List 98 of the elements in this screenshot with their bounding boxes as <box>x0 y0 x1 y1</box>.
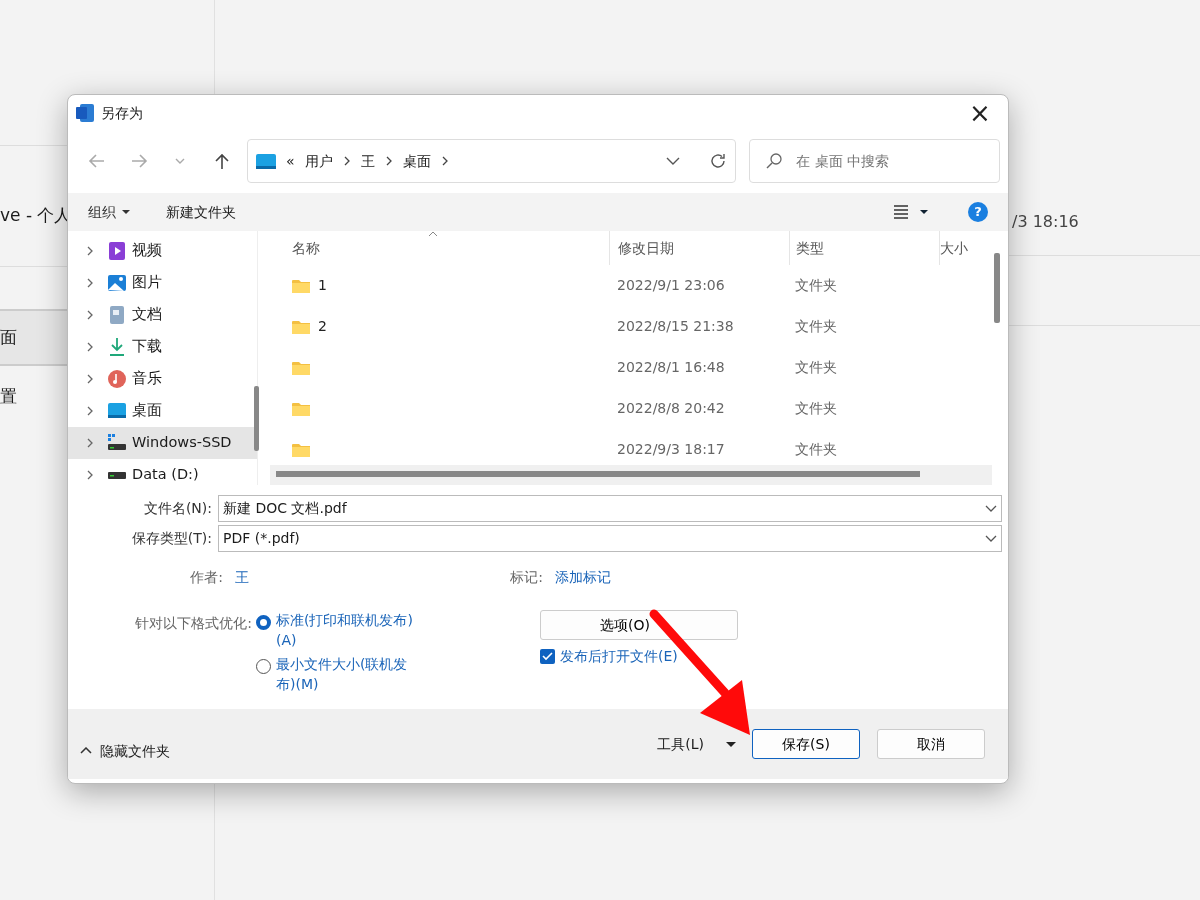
field-label: 标记: <box>509 567 543 587</box>
caret-icon[interactable] <box>920 210 928 214</box>
organize-menu[interactable]: 组织 <box>88 201 130 223</box>
nav-item[interactable]: Data (D:) <box>68 459 257 491</box>
chevron-right-icon[interactable] <box>86 341 94 353</box>
field-label: 保存类型(T): <box>130 529 213 548</box>
caret-icon <box>122 210 130 214</box>
checkbox-label[interactable]: 发布后打开文件(E) <box>560 646 678 667</box>
field-label: 作者: <box>189 567 223 587</box>
chevron-up-icon <box>80 747 92 755</box>
chevron-right-icon[interactable] <box>86 277 94 289</box>
table-cell-text: 2022/8/15 21:38 <box>616 317 735 336</box>
table-cell-text: 2022/8/8 20:42 <box>616 399 726 418</box>
help-button[interactable]: ? <box>968 202 988 222</box>
folder-icon <box>292 401 310 416</box>
chevron-right-icon <box>384 155 393 167</box>
folder-icon <box>292 360 310 375</box>
table-cell-text: 文件夹 <box>794 399 838 418</box>
field-label: 文件名(N): <box>142 499 213 518</box>
search-box[interactable]: 在 桌面 中搜索 <box>749 139 1001 183</box>
view-list-icon[interactable] <box>894 205 908 219</box>
nav-item[interactable]: 桌面 <box>68 395 257 427</box>
chevron-right-icon[interactable] <box>86 469 94 481</box>
sort-caret-icon <box>428 231 438 237</box>
author-value[interactable]: 王 <box>235 566 485 588</box>
chevron-right-icon <box>342 155 351 167</box>
table-cell-text: 2022/9/1 23:06 <box>616 276 726 295</box>
nav-item[interactable]: 图片 <box>68 267 257 299</box>
video-icon <box>108 242 126 260</box>
nav-item[interactable]: Windows-SSD <box>68 427 257 459</box>
file-name-field[interactable]: 新建 DOC 文档.pdf <box>218 495 1002 522</box>
chevron-down-icon[interactable] <box>985 504 997 513</box>
caret-icon[interactable] <box>726 741 736 747</box>
table-cell-text: 文件夹 <box>794 440 838 459</box>
drive-icon <box>108 471 126 479</box>
field-label: 针对以下格式优化: <box>134 614 252 633</box>
chevron-right-icon[interactable] <box>86 309 94 321</box>
table-cell-text: 2022/9/3 18:17 <box>616 440 726 459</box>
new-folder-button[interactable]: 新建文件夹 <box>166 201 236 223</box>
hide-folders-button[interactable]: 隐藏文件夹 <box>80 740 170 762</box>
desktop-icon <box>108 402 126 420</box>
cancel-button[interactable]: 取消 <box>877 729 985 759</box>
word-icon <box>76 104 94 122</box>
nav-item[interactable]: 视频 <box>68 235 257 267</box>
breadcrumb[interactable]: 用户 <box>304 150 333 172</box>
folder-icon <box>292 442 310 457</box>
date-text: /3 18:16 <box>1012 211 1079 233</box>
chevron-right-icon[interactable] <box>86 437 94 449</box>
radio-button[interactable] <box>256 615 271 630</box>
file-name[interactable]: 2 <box>318 316 327 337</box>
folder-icon <box>292 278 310 293</box>
table-cell-text: 2022/8/1 16:48 <box>616 358 726 377</box>
window-title: 另存为 <box>101 103 143 123</box>
chevron-right-icon[interactable] <box>86 405 94 417</box>
chevron-down-icon[interactable] <box>985 534 997 543</box>
folder-icon <box>292 319 310 334</box>
column-header[interactable]: 修改日期 <box>618 237 674 259</box>
scrollbar-thumb[interactable] <box>254 386 259 451</box>
breadcrumb[interactable]: 桌面 <box>402 150 431 172</box>
table-cell-text: 文件夹 <box>794 317 838 336</box>
table-cell-text: 文件夹 <box>794 276 838 295</box>
table-cell-text: 文件夹 <box>794 358 838 377</box>
radio-label[interactable]: 最小文件大小(联机发布)(M) <box>276 654 426 694</box>
nav-item[interactable]: 下载 <box>68 331 257 363</box>
options-button[interactable]: 选项(O) <box>540 610 738 640</box>
tools-menu[interactable]: 工具(L) <box>657 733 704 755</box>
nav-item[interactable]: 音乐 <box>68 363 257 395</box>
search-icon <box>766 153 783 169</box>
nav-item[interactable]: 文档 <box>68 299 257 331</box>
document-icon <box>108 306 126 324</box>
breadcrumb[interactable]: 王 <box>360 150 375 172</box>
column-header[interactable]: 大小 <box>940 237 968 259</box>
drive-icon <box>108 434 126 452</box>
close-button[interactable]: × <box>960 95 1000 133</box>
music-icon <box>108 370 126 388</box>
address-bar[interactable]: « 用户 王 桌面 <box>247 139 737 183</box>
radio-button[interactable] <box>256 659 271 674</box>
sidebar-item[interactable]: 置 <box>0 386 17 406</box>
chevron-right-icon <box>440 155 449 167</box>
chevron-right-icon[interactable] <box>86 245 94 257</box>
refresh-icon[interactable] <box>709 152 728 170</box>
file-type-dropdown[interactable]: PDF (*.pdf) <box>218 525 1002 552</box>
desktop-icon <box>256 152 277 170</box>
sidebar-item[interactable]: 面 <box>0 324 17 351</box>
file-name[interactable]: 1 <box>318 275 327 296</box>
column-header[interactable]: 类型 <box>796 237 824 259</box>
tags-link[interactable]: 添加标记 <box>555 566 611 588</box>
save-button[interactable]: 保存(S) <box>752 729 860 759</box>
radio-label[interactable]: 标准(打印和联机发布)(A) <box>276 610 426 650</box>
chevron-right-icon[interactable] <box>86 373 94 385</box>
column-header[interactable]: 名称 <box>292 237 320 259</box>
scrollbar-thumb[interactable] <box>994 253 1000 323</box>
breadcrumb-overflow: « <box>286 151 295 171</box>
checkbox[interactable] <box>540 649 555 664</box>
search-field[interactable]: 在 桌面 中搜索 <box>794 149 975 173</box>
download-icon <box>108 338 126 356</box>
picture-icon <box>108 274 126 292</box>
scrollbar-thumb[interactable] <box>276 471 920 477</box>
